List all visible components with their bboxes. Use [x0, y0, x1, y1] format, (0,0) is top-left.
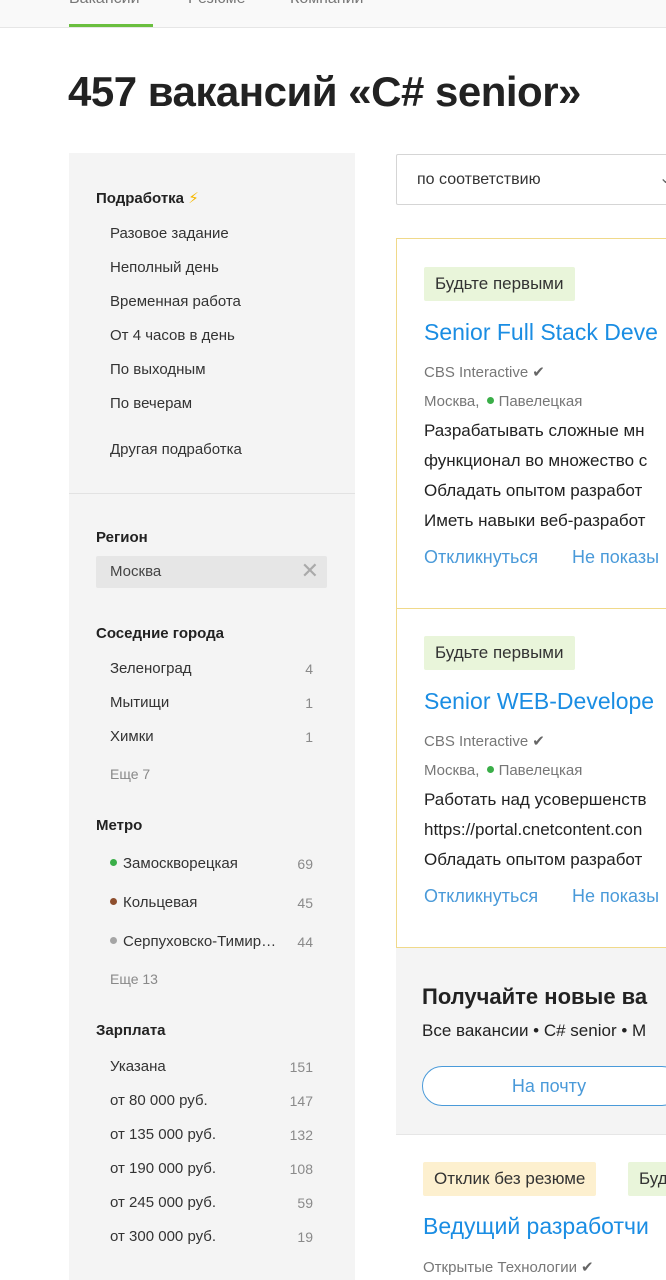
filter-parttime-temporary[interactable]: Временная работа [110, 293, 241, 310]
region-heading: Регион [96, 529, 148, 546]
tab-companies[interactable]: Компании [290, 0, 364, 8]
metro-line-dot [110, 937, 117, 944]
filter-parttime-other[interactable]: Другая подработка [110, 441, 242, 458]
snippet-line: Работать над усовершенств [424, 790, 647, 809]
filter-count: 147 [289, 1093, 313, 1109]
nearby-heading: Соседние города [96, 625, 224, 642]
respond-button[interactable]: Откликнуться [424, 547, 538, 568]
filter-count: 1 [305, 695, 313, 711]
divider [69, 493, 355, 494]
filter-count: 59 [297, 1195, 313, 1211]
subscribe-email-button[interactable]: На почту [422, 1066, 666, 1106]
subscribe-heading: Получайте новые ва [422, 984, 648, 1009]
snippet-line: Обладать опытом разработ [424, 481, 643, 500]
filter-parttime-4h[interactable]: От 4 часов в день [110, 327, 235, 344]
filter-count: 69 [297, 856, 313, 872]
subscribe-query: Все вакансии • C# senior • М [422, 1021, 647, 1040]
filter-parttime-weekends[interactable]: По выходным [110, 361, 206, 378]
tab-resumes[interactable]: Резюме [188, 0, 246, 8]
filter-salary-item[interactable]: Указана [110, 1058, 166, 1075]
vacancy-location: Москва, Павелецкая [424, 393, 583, 410]
snippet-line: функционал во множество с [424, 451, 648, 470]
company-name[interactable]: Открытые Технологии ✔ [423, 1258, 594, 1276]
filter-count: 44 [297, 934, 313, 950]
region-value: Москва [110, 563, 162, 580]
verified-check-icon: ✔ [532, 364, 545, 381]
be-first-badge: Будьте первыми [424, 267, 575, 301]
metro-heading: Метро [96, 817, 143, 834]
metro-line-dot [110, 859, 117, 866]
filter-salary-item[interactable]: от 135 000 руб. [110, 1126, 216, 1143]
no-resume-badge: Отклик без резюме [423, 1162, 597, 1196]
snippet-line: Обладать опытом разработ [424, 850, 643, 869]
company-name[interactable]: CBS Interactive ✔ [424, 363, 545, 381]
filter-salary-item[interactable]: от 245 000 руб. [110, 1194, 216, 1211]
filter-count: 151 [289, 1059, 313, 1075]
metro-more-link[interactable]: Еще 13 [110, 971, 158, 987]
be-first-badge: Будьте первыми [424, 636, 575, 670]
filter-count: 19 [297, 1229, 313, 1245]
verified-check-icon: ✔ [532, 733, 545, 750]
verified-check-icon: ✔ [581, 1259, 594, 1276]
vacancy-card: Отклик без резюме Буд Ведущий разработчи… [396, 1134, 666, 1280]
lightning-icon: ⚡ [188, 190, 199, 207]
filter-count: 4 [305, 661, 313, 677]
active-tab-indicator [69, 24, 153, 27]
filter-nearby-item[interactable]: Зеленоград [110, 660, 192, 677]
snippet-line: Иметь навыки веб-разработ [424, 511, 646, 530]
close-icon[interactable]: ✕ [301, 558, 319, 584]
subscribe-panel: Получайте новые ва Все вакансии • C# sen… [396, 948, 666, 1134]
page-title: 457 вакансий «C# senior» [68, 68, 581, 115]
be-first-badge: Буд [628, 1162, 666, 1196]
vacancy-card: Будьте первыми Senior Full Stack Deve CB… [396, 238, 666, 609]
hide-vacancy-button[interactable]: Не показы [572, 886, 659, 907]
sort-value: по соответствию [417, 171, 541, 188]
filter-metro-item[interactable]: Серпуховско-Тимир… [110, 933, 276, 950]
filter-metro-item[interactable]: Замоскворецкая [110, 855, 238, 872]
top-nav: Вакансии Резюме Компании [0, 0, 666, 28]
salary-heading: Зарплата [96, 1022, 166, 1039]
vacancy-card: Будьте первыми Senior WEB-Develope CBS I… [396, 608, 666, 948]
snippet-line: https://portal.cnetcontent.con [424, 820, 643, 839]
filter-nearby-item[interactable]: Химки [110, 728, 154, 745]
parttime-heading: Подработка ⚡ [96, 190, 199, 207]
filter-count: 132 [289, 1127, 313, 1143]
respond-button[interactable]: Откликнуться [424, 886, 538, 907]
vacancy-title-link[interactable]: Ведущий разработчи [423, 1213, 649, 1240]
metro-line-dot [486, 766, 494, 773]
region-chip[interactable]: Москва ✕ [96, 556, 327, 588]
filter-nearby-item[interactable]: Мытищи [110, 694, 169, 711]
company-name[interactable]: CBS Interactive ✔ [424, 732, 545, 750]
filter-parttime-part-day[interactable]: Неполный день [110, 259, 219, 276]
filter-salary-item[interactable]: от 300 000 руб. [110, 1228, 216, 1245]
filter-salary-item[interactable]: от 190 000 руб. [110, 1160, 216, 1177]
snippet-line: Разрабатывать сложные мн [424, 421, 645, 440]
vacancy-title-link[interactable]: Senior WEB-Develope [424, 688, 654, 715]
filter-parttime-evenings[interactable]: По вечерам [110, 395, 192, 412]
filter-parttime-one-time[interactable]: Разовое задание [110, 225, 229, 242]
filter-metro-item[interactable]: Кольцевая [110, 894, 197, 911]
filter-count: 45 [297, 895, 313, 911]
nearby-more-link[interactable]: Еще 7 [110, 766, 150, 782]
metro-line-dot [110, 898, 117, 905]
tab-vacancies[interactable]: Вакансии [69, 0, 140, 8]
filter-count: 1 [305, 729, 313, 745]
vacancy-location: Москва, Павелецкая [424, 762, 583, 779]
filter-count: 108 [289, 1161, 313, 1177]
filters-sidebar: Подработка ⚡ Разовое задание Неполный де… [69, 153, 355, 1280]
sort-select[interactable]: по соответствию ⌄ [396, 154, 666, 205]
filter-salary-item[interactable]: от 80 000 руб. [110, 1092, 208, 1109]
metro-line-dot [486, 397, 494, 404]
vacancy-title-link[interactable]: Senior Full Stack Deve [424, 319, 658, 346]
chevron-down-icon: ⌄ [659, 170, 666, 187]
hide-vacancy-button[interactable]: Не показы [572, 547, 659, 568]
